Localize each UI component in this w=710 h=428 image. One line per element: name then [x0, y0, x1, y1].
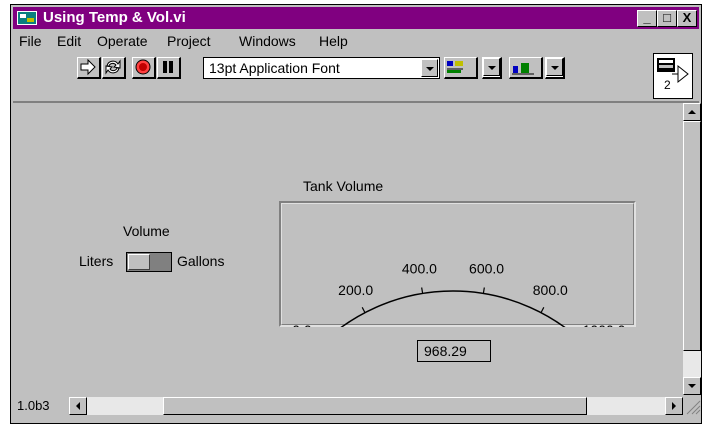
scroll-up-button[interactable] — [683, 103, 701, 121]
run-continuously-button[interactable] — [102, 57, 126, 79]
distribute-dropdown[interactable] — [545, 57, 565, 79]
gauge-tick — [540, 307, 545, 313]
chevron-down-icon[interactable] — [546, 58, 563, 76]
resize-grip-icon — [686, 400, 701, 415]
horizontal-scroll-thumb[interactable] — [163, 397, 587, 415]
abort-icon — [135, 59, 151, 75]
gauge-tick-label: 200.0 — [338, 282, 373, 298]
arrow-right-icon — [672, 402, 676, 410]
vi-window: Using Temp & Vol.vi _ □ X File Edit Oper… — [10, 4, 702, 424]
gauge-tick-label: 600.0 — [469, 261, 504, 277]
horizontal-scrollbar[interactable] — [69, 397, 683, 415]
font-select[interactable]: 13pt Application Font — [203, 57, 440, 79]
gauge-labels: 0.0 200.0 400.0 600.0 800.0 1000.0 — [292, 261, 625, 327]
gauge-tick-label: 800.0 — [533, 282, 568, 298]
gauge-svg: 0.0 200.0 400.0 600.0 800.0 1000.0 — [292, 261, 626, 327]
menu-edit[interactable]: Edit — [57, 33, 81, 49]
gallons-label: Gallons — [177, 253, 225, 269]
run-continuously-icon — [105, 59, 121, 75]
align-dropdown[interactable] — [482, 57, 502, 79]
vi-icon-graphic — [657, 58, 689, 84]
status-version: 1.0b3 — [17, 398, 50, 413]
gauge-digital-display: 968.29 — [417, 340, 491, 362]
chevron-down-icon[interactable] — [421, 59, 438, 77]
run-arrow-icon — [80, 58, 96, 76]
toolbar: 13pt Application Font — [13, 53, 653, 81]
vi-connector-icon[interactable]: 2 — [653, 53, 693, 99]
vertical-scrollbar[interactable] — [683, 103, 701, 395]
gauge-tick — [421, 287, 424, 294]
resize-grip[interactable] — [683, 397, 701, 415]
vertical-scroll-thumb[interactable] — [683, 121, 701, 351]
arrow-down-icon — [688, 384, 696, 388]
gauge-tick-label: 1000.0 — [583, 322, 626, 327]
scroll-left-button[interactable] — [69, 397, 87, 415]
menu-help[interactable]: Help — [319, 33, 348, 49]
vi-app-icon — [17, 11, 37, 25]
window-title: Using Temp & Vol.vi — [43, 9, 186, 26]
close-button[interactable]: X — [677, 10, 697, 27]
align-objects-button[interactable] — [444, 57, 478, 79]
minimize-button[interactable]: _ — [637, 10, 657, 27]
volume-switch[interactable] — [126, 252, 172, 272]
distribute-objects-button[interactable] — [509, 57, 543, 79]
liters-label: Liters — [79, 253, 114, 269]
chevron-down-icon[interactable] — [483, 58, 500, 76]
scroll-down-button[interactable] — [683, 377, 701, 395]
arrow-up-icon — [688, 110, 696, 114]
maximize-button[interactable]: □ — [657, 10, 677, 27]
pause-button[interactable] — [157, 57, 181, 79]
run-button[interactable] — [77, 57, 101, 79]
abort-button[interactable] — [132, 57, 156, 79]
menu-operate[interactable]: Operate — [97, 33, 148, 49]
switch-knob[interactable] — [128, 254, 150, 270]
gauge-tick-label: 400.0 — [402, 261, 437, 277]
menu-bar: File Edit Operate Project Windows Help — [13, 30, 653, 52]
title-bar[interactable]: Using Temp & Vol.vi _ □ X — [13, 7, 699, 29]
arrow-left-icon — [76, 402, 80, 410]
distribute-icon — [512, 63, 534, 75]
volume-caption: Volume — [123, 223, 170, 239]
tank-volume-gauge: 0.0 200.0 400.0 600.0 800.0 1000.0 — [279, 201, 636, 327]
gauge-tick-label: 0.0 — [292, 322, 312, 327]
menu-windows[interactable]: Windows — [239, 33, 296, 49]
gauge-caption: Tank Volume — [303, 178, 384, 194]
scroll-right-button[interactable] — [665, 397, 683, 415]
menu-project[interactable]: Project — [167, 33, 211, 49]
gauge-tick — [482, 287, 485, 294]
menu-file[interactable]: File — [19, 33, 42, 49]
align-icon — [447, 61, 463, 73]
gauge-tick — [361, 307, 366, 313]
pause-icon — [163, 61, 173, 73]
